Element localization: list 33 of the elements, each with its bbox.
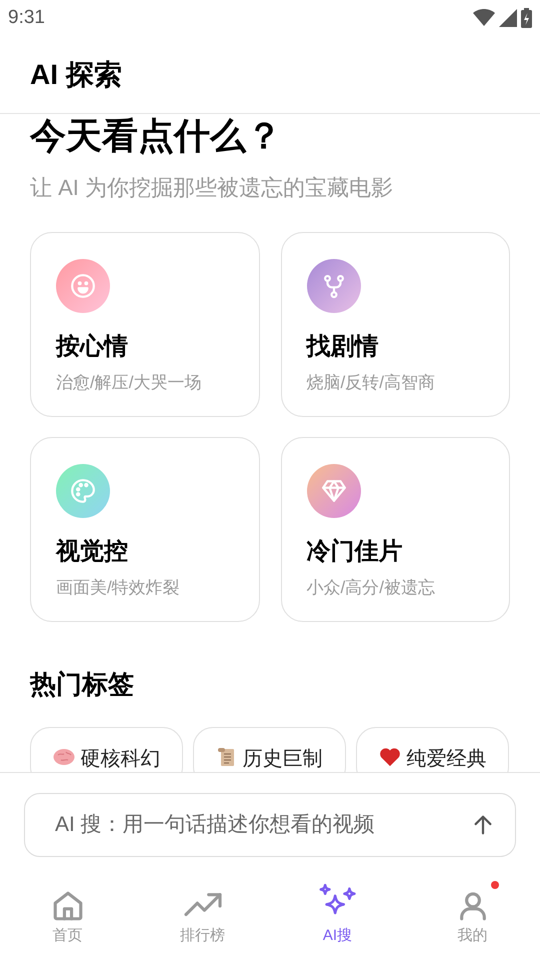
wifi-icon [473,9,495,27]
nav-tab[interactable]: AI搜 [270,869,405,960]
category-card[interactable]: 按心情 治愈/解压/大哭一场 [30,232,260,417]
category-title: 视觉控 [56,537,129,567]
category-card[interactable]: 视觉控 画面美/特效炸裂 [30,437,260,622]
tag-chip[interactable]: 历史巨制 [193,727,346,772]
battery-icon [521,8,532,28]
home-icon [50,889,84,923]
category-tags: 烧脑/反转/高智商 [306,372,484,394]
category-title: 冷门佳片 [306,537,404,567]
signal-icon [499,9,517,27]
category-card[interactable]: 冷门佳片 小众/高分/被遗忘 [280,437,510,622]
section-title: 热门标签 [30,668,135,701]
category-tags: 治愈/解压/大哭一场 [56,372,234,394]
tag-chip[interactable]: 硬核科幻 [30,727,183,772]
brain-icon [52,747,74,765]
category-tags: 小众/高分/被遗忘 [306,577,484,599]
search-field[interactable]: AI 搜：用一句话描述你想看的视频 [24,793,516,857]
diamond-icon [320,478,346,504]
category-tags: 画面美/特效炸裂 [56,577,234,599]
tag-chip[interactable]: 纯爱经典 [356,727,509,772]
palette-icon [70,478,96,504]
send-arrow-icon[interactable] [472,814,494,836]
category-title: 找剧情 [306,332,380,362]
scroll-icon [216,747,236,767]
category-title: 按心情 [56,332,129,362]
page-title: AI 探索 [30,58,122,92]
heart-icon [378,747,400,767]
status-time: 9:31 [8,6,45,30]
category-card[interactable]: 找剧情 烧脑/反转/高智商 [280,232,510,417]
smiley-icon [70,273,96,299]
hero-title: 今天看点什么？ [30,114,283,158]
hero-subtitle: 让 AI 为你挖掘那些被遗忘的宝藏电影 [30,174,394,202]
